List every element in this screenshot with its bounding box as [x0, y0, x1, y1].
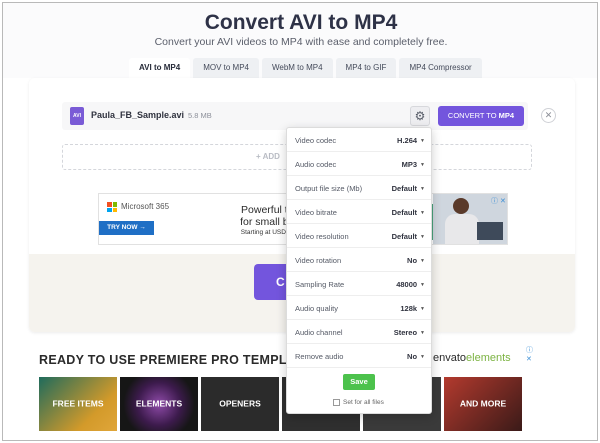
option-label: Audio channel	[295, 328, 343, 337]
option-label: Audio codec	[295, 160, 337, 169]
tab-avi-to-mp4[interactable]: AVI to MP4	[129, 58, 191, 78]
set-for-all-files-checkbox[interactable]: Set for all files	[333, 399, 384, 406]
ad-close-icon[interactable]: ⓘ ✕	[491, 196, 506, 206]
caret-down-icon: ▼	[420, 330, 425, 336]
caret-down-icon: ▼	[420, 186, 425, 192]
convert-to-label: CONVERT TO	[447, 111, 497, 120]
tab-mp4-to-gif[interactable]: MP4 to GIF	[335, 58, 397, 78]
microsoft-logo-icon	[107, 202, 117, 212]
envato-brand-accent: elements	[466, 352, 511, 364]
file-name: Paula_FB_Sample.avi	[91, 110, 185, 120]
option-audio-quality[interactable]: Audio quality 128k ▼	[287, 296, 431, 320]
browser-frame: Convert AVI to MP4 Convert your AVI vide…	[2, 2, 598, 441]
option-label: Sampling Rate	[295, 280, 345, 289]
tab-webm-to-mp4[interactable]: WebM to MP4	[261, 58, 333, 78]
option-label: Audio quality	[295, 304, 338, 313]
ad-brand: Microsoft 365	[121, 202, 170, 211]
option-sampling-rate[interactable]: Sampling Rate 48000 ▼	[287, 272, 431, 296]
envato-brand: envato	[433, 352, 467, 364]
caret-down-icon: ▼	[420, 306, 425, 312]
envato-ad-close-icon[interactable]: ⓘ ✕	[526, 345, 537, 363]
caret-down-icon: ▼	[420, 210, 425, 216]
option-value-select[interactable]: H.264 ▼	[397, 136, 425, 145]
file-size: 5.8 MB	[188, 111, 212, 120]
envato-card-elements[interactable]: ELEMENTS	[120, 377, 198, 431]
checkbox-icon[interactable]	[333, 399, 340, 406]
card-label: OPENERS	[219, 398, 261, 409]
page-subtitle: Convert your AVI videos to MP4 with ease…	[154, 36, 448, 48]
card-label: ELEMENTS	[135, 398, 183, 409]
option-value-select[interactable]: 128k ▼	[400, 304, 425, 313]
envato-card-free-items[interactable]: FREE ITEMS	[39, 377, 117, 431]
option-label: Output file size (Mb)	[295, 184, 363, 193]
tab-mov-to-mp4[interactable]: MOV to MP4	[193, 58, 259, 78]
option-audio-channel[interactable]: Audio channel Stereo ▼	[287, 320, 431, 344]
option-video-codec[interactable]: Video codec H.264 ▼	[287, 128, 431, 152]
envato-ad-heading: READY TO USE PREMIERE PRO TEMPLA	[39, 353, 297, 367]
page-header: Convert AVI to MP4 Convert your AVI vide…	[3, 3, 597, 78]
caret-down-icon: ▼	[420, 234, 425, 240]
envato-ad[interactable]: READY TO USE PREMIERE PRO TEMPLA envatoe…	[29, 341, 537, 440]
card-label: AND MORE	[459, 398, 507, 409]
file-row: AVI Paula_FB_Sample.avi 5.8 MB ⚙ CONVERT…	[62, 102, 528, 130]
envato-cards: FREE ITEMS ELEMENTS OPENERS AND MORE	[39, 377, 522, 431]
option-value-select[interactable]: Default ▼	[392, 232, 425, 241]
option-label: Video codec	[295, 136, 337, 145]
option-video-rotation[interactable]: Video rotation No ▼	[287, 248, 431, 272]
caret-down-icon: ▼	[420, 162, 425, 168]
caret-down-icon: ▼	[420, 282, 425, 288]
option-label: Remove audio	[295, 352, 344, 361]
page-title: Convert AVI to MP4	[204, 11, 398, 34]
converter-tabs: AVI to MP4 MOV to MP4 WebM to MP4 MP4 to…	[129, 58, 482, 78]
conversion-settings-dropdown: Video codec H.264 ▼ Audio codec MP3 ▼ Outp…	[286, 127, 432, 414]
option-value-select[interactable]: No ▼	[407, 256, 425, 265]
option-value-select[interactable]: Stereo ▼	[394, 328, 425, 337]
option-video-resolution[interactable]: Video resolution Default ▼	[287, 224, 431, 248]
option-value-select[interactable]: 48000 ▼	[396, 280, 425, 289]
caret-down-icon: ▼	[420, 354, 425, 360]
close-icon: ✕	[544, 110, 553, 120]
option-value-select[interactable]: Default ▼	[392, 184, 425, 193]
option-value-select[interactable]: Default ▼	[392, 208, 425, 217]
envato-card-and-more[interactable]: AND MORE	[444, 377, 522, 431]
envato-logo: envatoelements	[433, 352, 511, 364]
envato-card-openers[interactable]: OPENERS	[201, 377, 279, 431]
save-button[interactable]: Save	[343, 374, 375, 390]
option-audio-codec[interactable]: Audio codec MP3 ▼	[287, 152, 431, 176]
option-value-select[interactable]: MP3 ▼	[402, 160, 425, 169]
remove-file-button[interactable]: ✕	[541, 108, 556, 123]
option-label: Video bitrate	[295, 208, 337, 217]
tab-mp4-compressor[interactable]: MP4 Compressor	[399, 58, 482, 78]
gear-icon: ⚙	[414, 109, 426, 123]
option-remove-audio[interactable]: Remove audio No ▼	[287, 344, 431, 368]
caret-down-icon: ▼	[420, 138, 425, 144]
card-label: FREE ITEMS	[52, 398, 104, 409]
settings-gear-button[interactable]: ⚙	[410, 106, 430, 126]
convert-format: MP4	[498, 111, 515, 120]
caret-down-icon: ▼	[420, 258, 425, 264]
add-files-label: + ADD	[256, 152, 280, 161]
option-video-bitrate[interactable]: Video bitrate Default ▼	[287, 200, 431, 224]
set-for-all-label: Set for all files	[343, 399, 384, 407]
option-label: Video rotation	[295, 256, 342, 265]
convert-to-button[interactable]: CONVERT TO MP4	[438, 106, 524, 126]
option-label: Video resolution	[295, 232, 349, 241]
try-now-button[interactable]: TRY NOW →	[99, 221, 154, 235]
avi-file-icon: AVI	[70, 107, 84, 125]
option-output-file-size[interactable]: Output file size (Mb) Default ▼	[287, 176, 431, 200]
option-value-select[interactable]: No ▼	[407, 352, 425, 361]
